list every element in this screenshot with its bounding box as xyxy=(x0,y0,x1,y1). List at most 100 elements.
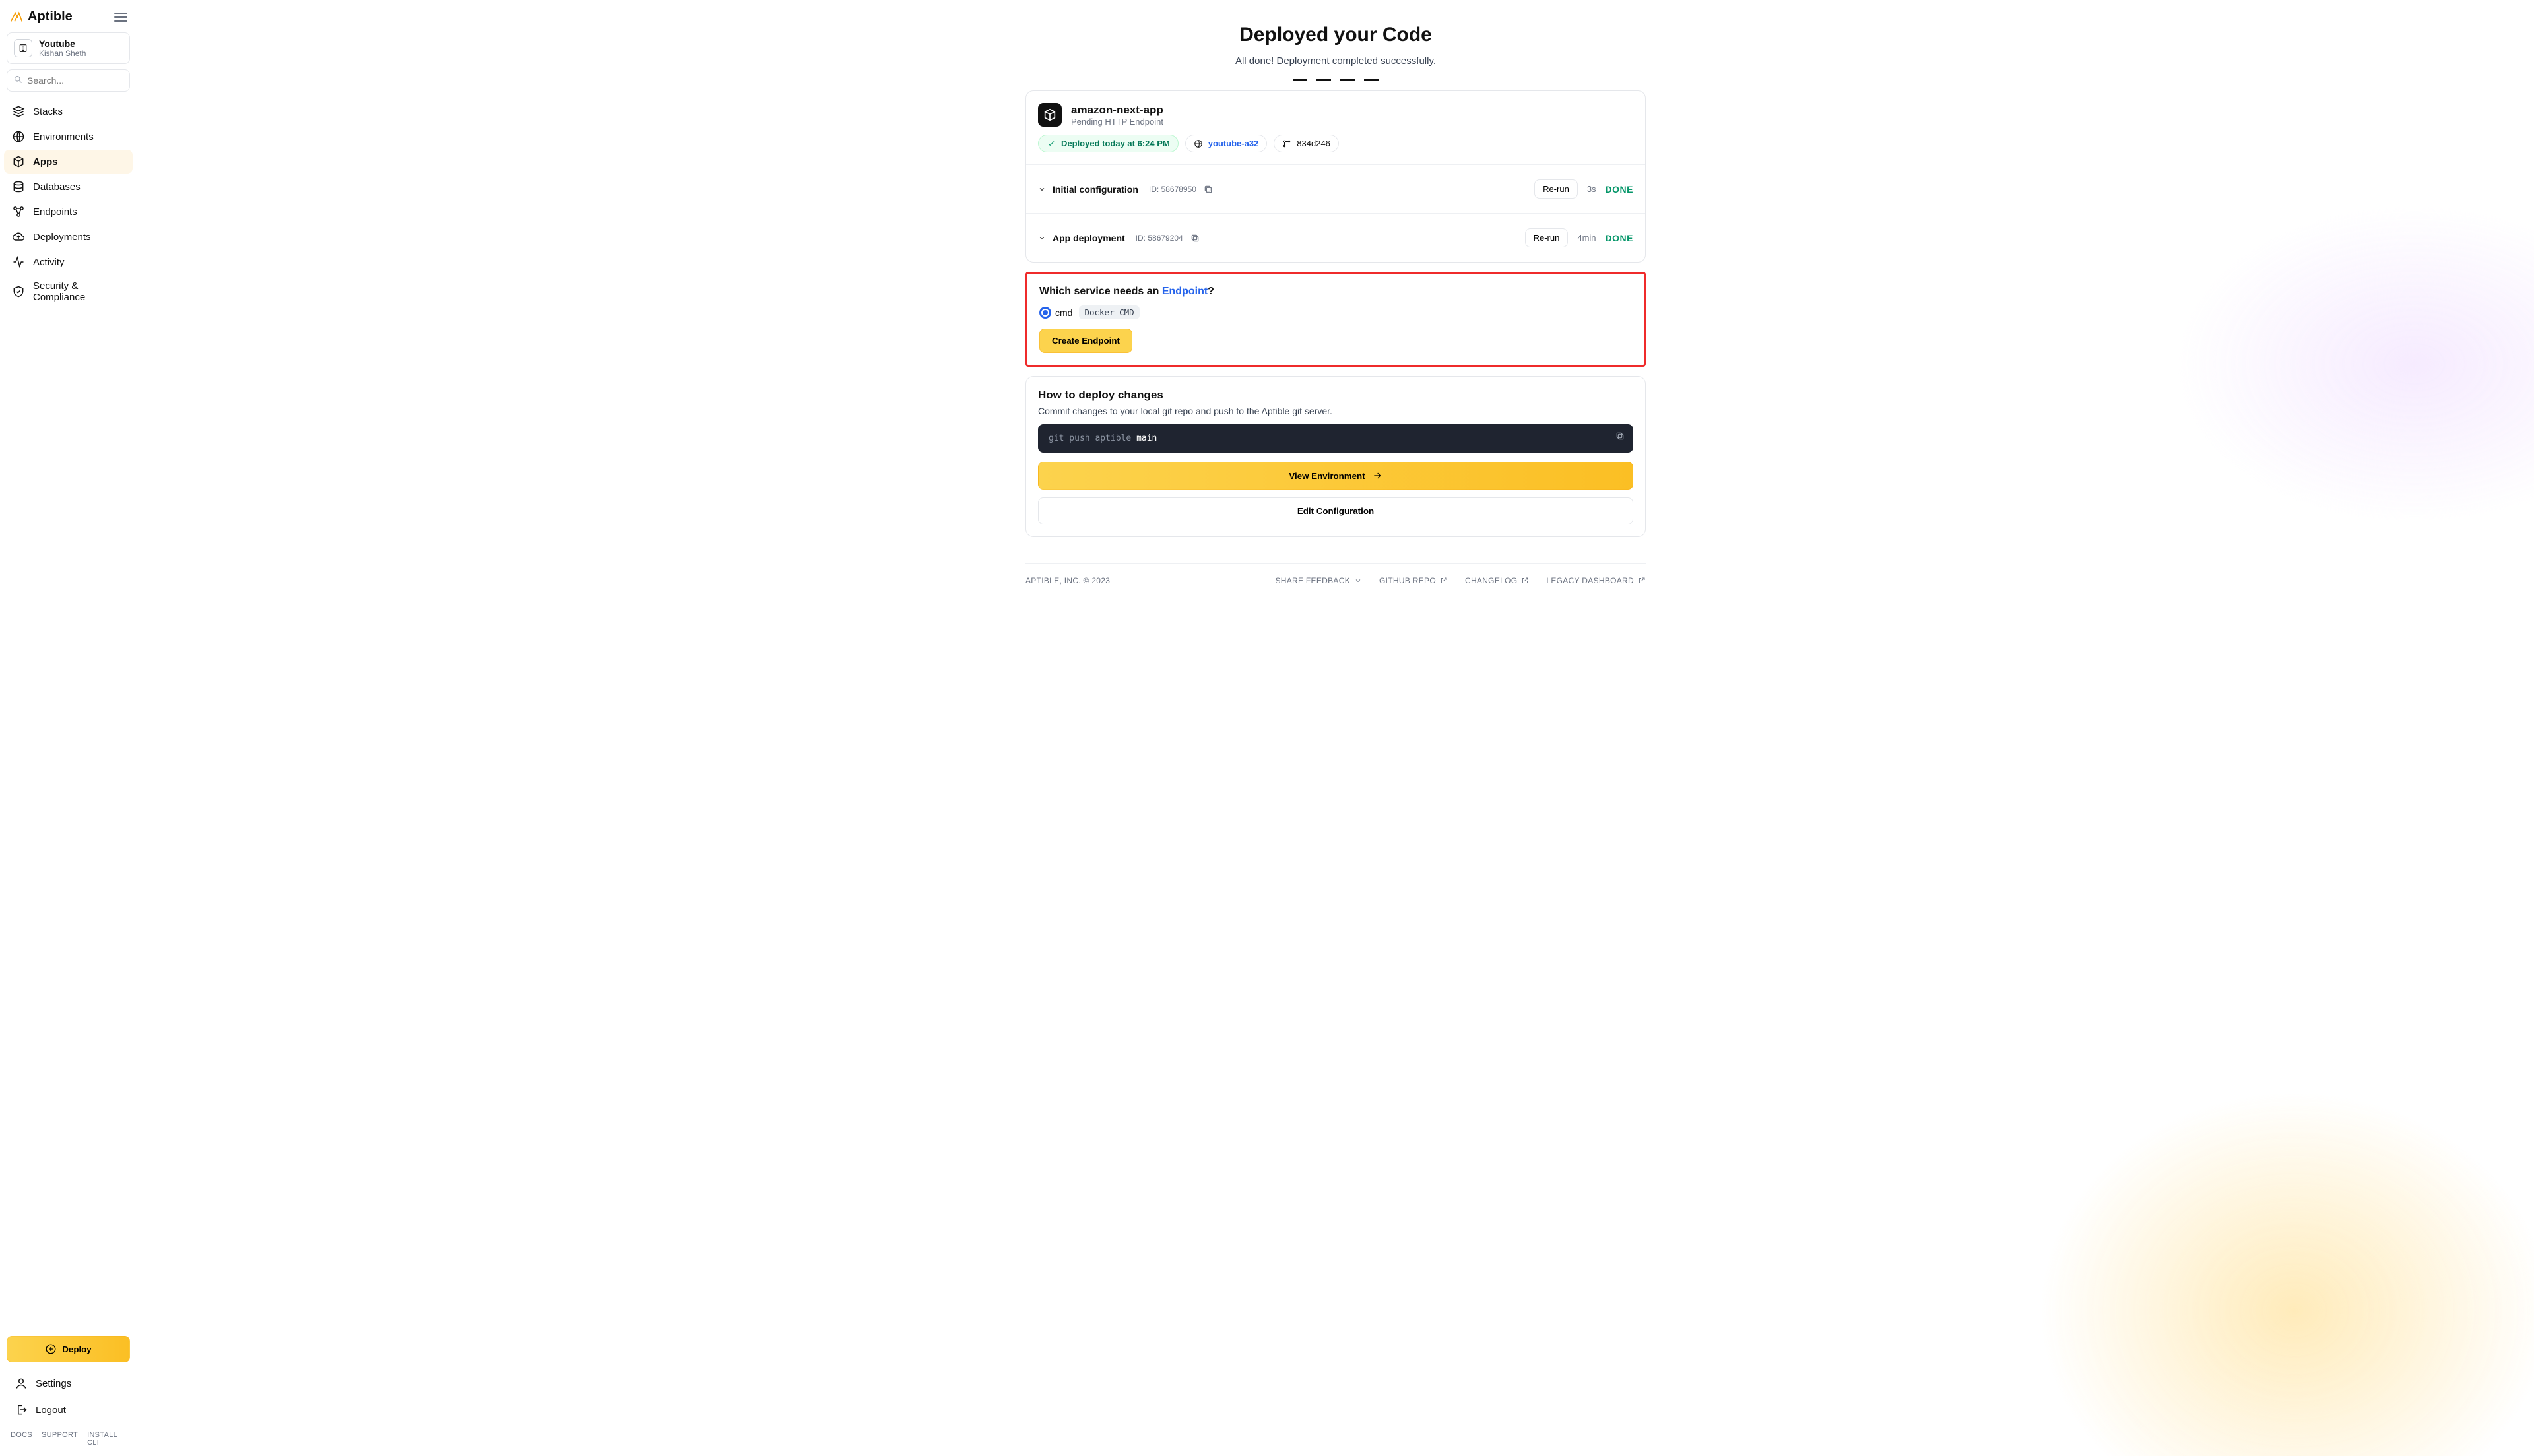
nav-apps[interactable]: Apps xyxy=(4,150,133,174)
radio-label: cmd xyxy=(1055,307,1072,318)
code-prefix: git push aptible xyxy=(1049,433,1136,443)
copy-icon[interactable] xyxy=(1190,233,1200,243)
legacy-dashboard-link[interactable]: LEGACY DASHBOARD xyxy=(1546,576,1646,585)
page-footer: APTIBLE, INC. © 2023 SHARE FEEDBACK GITH… xyxy=(1025,563,1646,588)
org-owner: Kishan Sheth xyxy=(39,49,86,58)
edit-configuration-button[interactable]: Edit Configuration xyxy=(1038,497,1633,524)
howto-title: How to deploy changes xyxy=(1038,389,1633,402)
nav-stacks[interactable]: Stacks xyxy=(4,100,133,123)
copy-code-icon[interactable] xyxy=(1615,431,1625,444)
app-name: amazon-next-app xyxy=(1071,104,1163,117)
endpoint-card: Which service needs an Endpoint? cmd Doc… xyxy=(1025,272,1646,367)
sidebar: Aptible Youtube Kishan Sheth xyxy=(0,0,137,1456)
step-duration: 3s xyxy=(1587,184,1596,194)
share-feedback-link[interactable]: SHARE FEEDBACK xyxy=(1275,576,1362,585)
copy-icon[interactable] xyxy=(1203,184,1214,195)
endpoint-question: Which service needs an Endpoint? xyxy=(1039,286,1632,298)
commit-hash: 834d246 xyxy=(1297,139,1330,148)
howto-card: How to deploy changes Commit changes to … xyxy=(1025,376,1646,537)
env-badge[interactable]: youtube-a32 xyxy=(1185,135,1268,152)
org-selector[interactable]: Youtube Kishan Sheth xyxy=(7,32,130,64)
nav-endpoints[interactable]: Endpoints xyxy=(4,200,133,224)
nav-environments-label: Environments xyxy=(33,131,94,142)
sidebar-footer-links: DOCS SUPPORT INSTALL CLI xyxy=(7,1427,130,1449)
check-icon xyxy=(1047,139,1056,148)
step-id: ID: 58678950 xyxy=(1149,185,1196,194)
user-icon xyxy=(15,1377,28,1390)
service-radio[interactable]: cmd Docker CMD xyxy=(1039,305,1632,319)
docs-link[interactable]: DOCS xyxy=(11,1431,32,1447)
nav-settings[interactable]: Settings xyxy=(7,1372,130,1395)
code-block: git push aptible main xyxy=(1038,424,1633,453)
chevron-down-icon xyxy=(1354,577,1362,585)
code-branch: main xyxy=(1136,433,1157,443)
howto-subtitle: Commit changes to your local git repo an… xyxy=(1038,406,1633,416)
plus-circle-icon xyxy=(45,1343,57,1355)
brand-logo[interactable]: Aptible xyxy=(9,9,73,24)
app-icon xyxy=(1038,103,1062,127)
rerun-button[interactable]: Re-run xyxy=(1525,228,1569,247)
globe-icon xyxy=(1194,139,1203,148)
nav-logout-label: Logout xyxy=(36,1405,66,1416)
view-environment-label: View Environment xyxy=(1289,471,1365,481)
globe-icon xyxy=(12,130,25,143)
nav-environments[interactable]: Environments xyxy=(4,125,133,148)
deploy-button[interactable]: Deploy xyxy=(7,1336,130,1362)
copyright: APTIBLE, INC. © 2023 xyxy=(1025,576,1110,585)
step-app-deployment: App deployment ID: 58679204 Re-run 4min … xyxy=(1038,226,1633,250)
chevron-down-icon[interactable] xyxy=(1038,234,1046,242)
nav-security[interactable]: Security & Compliance xyxy=(4,275,133,308)
primary-nav: Stacks Environments Apps Databases Endpo… xyxy=(4,100,133,308)
cube-icon xyxy=(12,155,25,168)
external-link-icon xyxy=(1521,577,1529,585)
stacks-icon xyxy=(12,105,25,118)
endpoints-icon xyxy=(12,205,25,218)
shield-icon xyxy=(12,285,25,298)
rerun-button[interactable]: Re-run xyxy=(1534,179,1578,199)
commit-badge[interactable]: 834d246 xyxy=(1274,135,1339,152)
deployment-card: amazon-next-app Pending HTTP Endpoint De… xyxy=(1025,90,1646,263)
nav-logout[interactable]: Logout xyxy=(7,1398,130,1422)
nav-databases[interactable]: Databases xyxy=(4,175,133,199)
nav-apps-label: Apps xyxy=(33,156,58,168)
changelog-link[interactable]: CHANGELOG xyxy=(1465,576,1529,585)
chevron-down-icon[interactable] xyxy=(1038,185,1046,193)
step-name: App deployment xyxy=(1053,233,1125,243)
github-repo-link[interactable]: GITHUB REPO xyxy=(1379,576,1448,585)
external-link-icon xyxy=(1638,577,1646,585)
env-link: youtube-a32 xyxy=(1208,139,1259,148)
main-content: Deployed your Code All done! Deployment … xyxy=(137,0,2534,1456)
nav-deployments[interactable]: Deployments xyxy=(4,225,133,249)
database-icon xyxy=(12,180,25,193)
step-duration: 4min xyxy=(1577,233,1596,243)
step-initial-config: Initial configuration ID: 58678950 Re-ru… xyxy=(1038,177,1633,201)
branch-icon xyxy=(1282,139,1291,148)
step-status: DONE xyxy=(1606,233,1633,243)
nav-activity-label: Activity xyxy=(33,257,65,268)
activity-icon xyxy=(12,255,25,269)
docker-cmd-chip: Docker CMD xyxy=(1079,305,1139,319)
search-input[interactable] xyxy=(7,69,130,92)
deploy-button-label: Deploy xyxy=(62,1345,91,1354)
cloud-up-icon xyxy=(12,230,25,243)
endpoint-doc-link[interactable]: Endpoint xyxy=(1162,286,1208,297)
app-status-line: Pending HTTP Endpoint xyxy=(1071,117,1163,127)
logout-icon xyxy=(15,1403,28,1416)
org-name: Youtube xyxy=(39,38,86,49)
progress-dashes xyxy=(1025,79,1646,81)
support-link[interactable]: SUPPORT xyxy=(42,1431,78,1447)
nav-activity[interactable]: Activity xyxy=(4,250,133,274)
install-cli-link[interactable]: INSTALL CLI xyxy=(87,1431,126,1447)
page-subtitle: All done! Deployment completed successfu… xyxy=(1025,55,1646,67)
building-icon xyxy=(14,39,32,57)
nav-security-label: Security & Compliance xyxy=(33,280,125,303)
search-icon xyxy=(13,75,23,86)
nav-databases-label: Databases xyxy=(33,181,81,193)
view-environment-button[interactable]: View Environment xyxy=(1038,462,1633,490)
create-endpoint-button[interactable]: Create Endpoint xyxy=(1039,329,1132,353)
menu-toggle-icon[interactable] xyxy=(114,13,127,22)
arrow-right-icon xyxy=(1372,470,1382,481)
nav-deployments-label: Deployments xyxy=(33,232,91,243)
nav-endpoints-label: Endpoints xyxy=(33,206,77,218)
nav-stacks-label: Stacks xyxy=(33,106,63,117)
